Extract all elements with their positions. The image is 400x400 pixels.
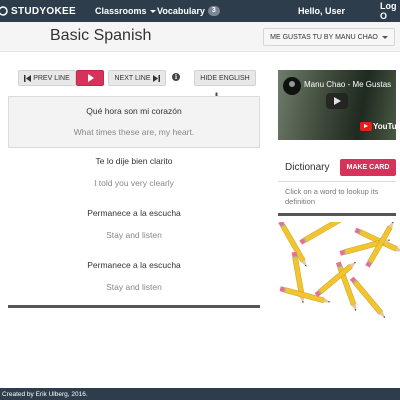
chevron-down-icon [149, 9, 156, 13]
lyric-english: Stay and listen [106, 282, 162, 292]
nav-vocabulary[interactable]: Vocabulary 3 [157, 0, 220, 22]
footer: Created by Erik Ulberg, 2016. [0, 388, 400, 400]
footer-credit: Created by Erik Ulberg, 2016. [2, 390, 88, 398]
dictionary-panel-border [278, 213, 396, 216]
video-title[interactable]: Manu Chao - Me Gustas [304, 80, 391, 89]
lyric-spanish[interactable]: Permanece a la escucha [8, 208, 260, 218]
skip-back-icon [24, 74, 32, 82]
nav-classrooms-label: Classrooms [95, 6, 147, 16]
lyric-english: Stay and listen [106, 230, 162, 240]
make-card-button[interactable]: MAKE CARD [340, 159, 396, 176]
course-header: Basic Spanish ME GUSTAS TU BY MANU CHAO [0, 22, 400, 52]
next-line-label: NEXT LINE [114, 74, 151, 82]
vocab-count-badge: 3 [207, 6, 220, 16]
video-play-button[interactable] [326, 93, 348, 109]
nav-vocabulary-label: Vocabulary [157, 6, 205, 16]
lyric-line[interactable]: Te lo dije bien clarito I told you very … [8, 152, 260, 198]
lyric-english: I told you very clearly [94, 178, 174, 188]
lyrics-panel: Qué hora son mi corazón What times these… [8, 96, 260, 309]
dictionary-heading: Dictionary [285, 162, 330, 173]
youtube-logo-text: YouTube [373, 122, 396, 131]
video-player[interactable]: Manu Chao - Me Gustas YouTube [278, 70, 396, 140]
user-greeting[interactable]: Hello, User [298, 0, 345, 22]
user-greeting-label: Hello, User [298, 6, 346, 16]
lyric-spanish[interactable]: Qué hora son mi corazón [9, 106, 259, 116]
top-navbar: STUDYOKEE Classrooms Vocabulary 3 Hello,… [0, 0, 400, 22]
youtube-icon [360, 122, 372, 131]
next-line-button[interactable]: NEXT LINE [108, 70, 166, 86]
brand-logo[interactable]: STUDYOKEE [0, 0, 76, 22]
dictionary-help-text: Click on a word to lookup its definition [285, 187, 379, 206]
divider [278, 181, 396, 182]
info-icon[interactable]: i [172, 73, 180, 81]
play-icon [88, 74, 94, 82]
lyrics-panel-border [8, 305, 260, 308]
logout-link[interactable]: Log O [380, 0, 400, 22]
lyric-line[interactable]: Permanece a la escucha Stay and listen [8, 256, 260, 302]
lyric-line-active[interactable]: Qué hora son mi corazón What times these… [8, 96, 260, 148]
lyric-english: What times these are, my heart. [73, 127, 195, 137]
lyric-spanish[interactable]: Te lo dije bien clarito [8, 156, 260, 166]
song-select[interactable]: ME GUSTAS TU BY MANU CHAO [263, 28, 395, 46]
pencils-illustration [277, 222, 400, 321]
play-icon [334, 97, 341, 105]
chevron-down-icon [381, 35, 388, 39]
play-button[interactable] [76, 70, 104, 86]
channel-avatar-icon [283, 77, 301, 95]
hide-english-button[interactable]: HIDE ENGLISH [194, 70, 256, 86]
lyric-line[interactable]: Permanece a la escucha Stay and listen [8, 204, 260, 250]
skip-forward-icon [152, 74, 160, 82]
prev-line-button[interactable]: PREV LINE [18, 70, 76, 86]
logo-icon [0, 6, 8, 16]
brand-name: STUDYOKEE [11, 5, 76, 17]
logout-label: Log O [380, 1, 397, 21]
nav-classrooms[interactable]: Classrooms [95, 0, 156, 22]
youtube-logo[interactable]: YouTube [360, 122, 396, 131]
hide-english-label: HIDE ENGLISH [200, 74, 250, 82]
song-select-label: ME GUSTAS TU BY MANU CHAO [270, 33, 378, 41]
lyric-spanish[interactable]: Permanece a la escucha [8, 260, 260, 270]
prev-line-label: PREV LINE [33, 74, 70, 82]
page-title: Basic Spanish [50, 27, 152, 44]
